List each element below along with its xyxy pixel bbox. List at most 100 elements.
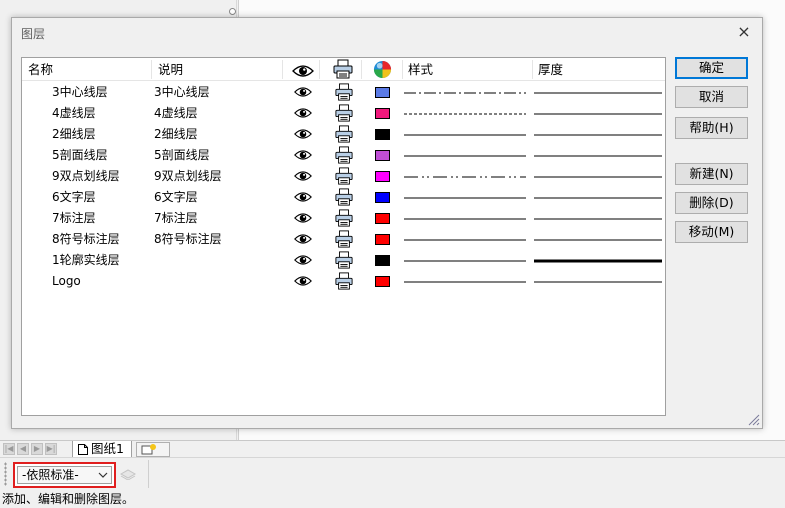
last-sheet-icon[interactable]: ▶| [45, 443, 57, 455]
layer-row[interactable]: 5剖面线层 5剖面线层 [22, 145, 665, 166]
layer-row[interactable]: 8符号标注层 8符号标注层 [22, 229, 665, 250]
layer-color-swatch[interactable] [375, 234, 390, 245]
layer-thickness[interactable] [534, 90, 662, 96]
layer-color-swatch[interactable] [375, 255, 390, 266]
layer-row[interactable]: 6文字层 6文字层 [22, 187, 665, 208]
layer-description: 3中心线层 [154, 85, 210, 99]
column-header-linetype[interactable]: 样式 [408, 58, 433, 81]
eye-icon[interactable] [294, 128, 312, 140]
layer-linetype[interactable] [404, 112, 526, 116]
eye-icon[interactable] [294, 254, 312, 266]
layer-row[interactable]: 1轮廓实线层 [22, 250, 665, 271]
cancel-button[interactable]: 取消 [675, 86, 748, 108]
next-sheet-icon[interactable]: ▶ [31, 443, 43, 455]
layer-linetype[interactable] [404, 196, 526, 200]
eye-icon[interactable] [294, 212, 312, 224]
column-header-name[interactable]: 名称 [28, 58, 53, 81]
layer-list-header: 名称 说明 样式 厚度 [22, 58, 665, 81]
layer-color-swatch[interactable] [375, 108, 390, 119]
eye-icon[interactable] [294, 191, 312, 203]
close-icon[interactable]: × [734, 22, 754, 42]
color-wheel-icon[interactable] [373, 60, 392, 83]
layer-name: 1轮廓实线层 [52, 253, 120, 267]
layer-description: 6文字层 [154, 190, 198, 204]
resize-grip-icon[interactable] [748, 414, 760, 426]
new-sheet-icon[interactable] [136, 442, 170, 457]
layer-color-swatch[interactable] [375, 87, 390, 98]
chevron-down-icon[interactable] [98, 471, 108, 479]
printer-icon[interactable] [335, 188, 353, 206]
layer-thickness[interactable] [534, 174, 662, 180]
layer-description: 9双点划线层 [154, 169, 222, 183]
layer-linetype[interactable] [404, 91, 526, 95]
layer-thickness[interactable] [534, 258, 662, 264]
layer-name: 9双点划线层 [52, 169, 120, 183]
printer-icon[interactable] [335, 146, 353, 164]
layer-row[interactable]: 3中心线层 3中心线层 [22, 82, 665, 103]
column-header-thickness[interactable]: 厚度 [538, 58, 563, 81]
printer-icon[interactable] [335, 251, 353, 269]
eye-icon[interactable] [294, 149, 312, 161]
layer-combo-highlight: -依照标准- [13, 462, 116, 488]
printer-icon[interactable] [335, 83, 353, 101]
layers-icon[interactable] [120, 468, 136, 480]
layer-row[interactable]: 9双点划线层 9双点划线层 [22, 166, 665, 187]
printer-icon[interactable] [335, 272, 353, 290]
ok-button[interactable]: 确定 [675, 57, 748, 79]
layer-row[interactable]: 2细线层 2细线层 [22, 124, 665, 145]
layer-thickness[interactable] [534, 237, 662, 243]
delete-layer-button[interactable]: 删除(D) [675, 192, 748, 214]
printer-icon[interactable] [335, 209, 353, 227]
sheet-tab-label: 图纸1 [91, 441, 124, 456]
layer-color-swatch[interactable] [375, 213, 390, 224]
layer-thickness[interactable] [534, 153, 662, 159]
toolbar-separator [148, 460, 149, 488]
layer-description: 4虚线层 [154, 106, 198, 120]
layer-linetype[interactable] [404, 133, 526, 137]
printer-icon[interactable] [335, 104, 353, 122]
layer-thickness[interactable] [534, 195, 662, 201]
eye-icon[interactable] [294, 86, 312, 98]
printer-icon[interactable] [335, 167, 353, 185]
layer-list[interactable]: 名称 说明 样式 厚度 3中心线层 3中心线层 4虚线层 4虚线层 2细线层 2细线层 5剖… [21, 57, 666, 416]
layer-thickness[interactable] [534, 279, 662, 285]
splitter-handle[interactable] [229, 8, 236, 15]
layer-toolbar: -依照标准- [0, 457, 785, 489]
layer-color-swatch[interactable] [375, 192, 390, 203]
layer-thickness[interactable] [534, 216, 662, 222]
layer-color-swatch[interactable] [375, 276, 390, 287]
eye-icon[interactable] [294, 107, 312, 119]
eye-icon[interactable] [294, 170, 312, 182]
column-header-description[interactable]: 说明 [158, 58, 183, 81]
layer-thickness[interactable] [534, 132, 662, 138]
layer-row[interactable]: 4虚线层 4虚线层 [22, 103, 665, 124]
layer-row[interactable]: 7标注层 7标注层 [22, 208, 665, 229]
prev-sheet-icon[interactable]: ◀ [17, 443, 29, 455]
printer-icon[interactable] [335, 125, 353, 143]
eye-icon[interactable] [294, 275, 312, 287]
printer-icon[interactable] [335, 230, 353, 248]
layer-linetype[interactable] [404, 175, 526, 179]
layer-linetype[interactable] [404, 280, 526, 284]
status-text: 添加、编辑和删除图层。 [2, 492, 135, 506]
layer-linetype[interactable] [404, 259, 526, 263]
layer-linetype[interactable] [404, 154, 526, 158]
layer-thickness[interactable] [534, 111, 662, 117]
toolbar-grip[interactable] [4, 462, 7, 486]
layer-color-swatch[interactable] [375, 129, 390, 140]
first-sheet-icon[interactable]: |◀ [3, 443, 15, 455]
layer-linetype[interactable] [404, 217, 526, 221]
layer-color-swatch[interactable] [375, 150, 390, 161]
printer-icon[interactable] [333, 59, 353, 82]
new-layer-button[interactable]: 新建(N) [675, 163, 748, 185]
sheet-tab[interactable]: 图纸1 [72, 441, 132, 458]
layer-linetype[interactable] [404, 238, 526, 242]
layer-name: Logo [52, 274, 81, 288]
move-layer-button[interactable]: 移动(M) [675, 221, 748, 243]
layer-color-swatch[interactable] [375, 171, 390, 182]
help-button[interactable]: 帮助(H) [675, 117, 748, 139]
layer-name: 2细线层 [52, 127, 96, 141]
layer-combo[interactable]: -依照标准- [17, 466, 112, 484]
layer-row[interactable]: Logo [22, 271, 665, 292]
eye-icon[interactable] [294, 233, 312, 245]
